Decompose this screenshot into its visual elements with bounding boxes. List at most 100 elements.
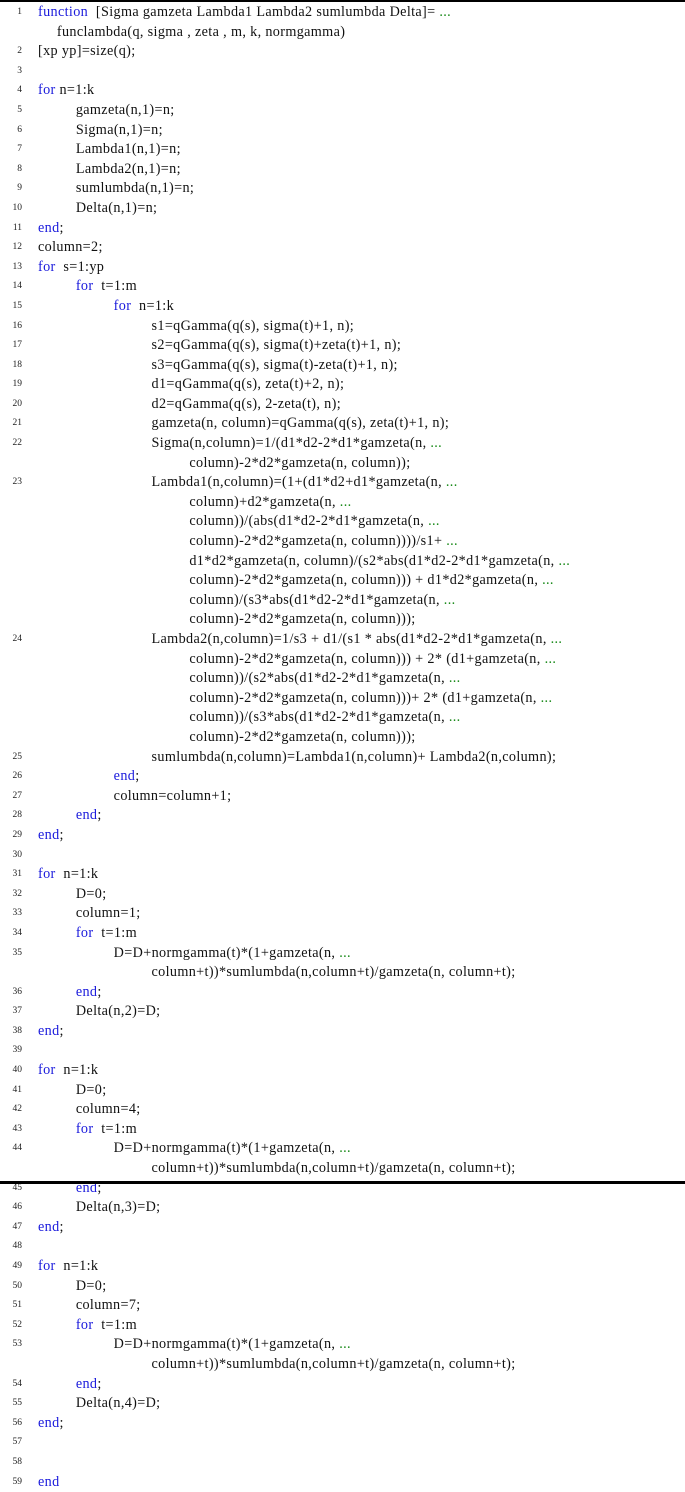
- code-token: column)-2*d2*gamzeta(n, column)));: [189, 728, 416, 745]
- code-text: Sigma(n,1)=n;: [76, 121, 163, 141]
- line-number: 15: [12, 300, 23, 311]
- code-token: t=1:m: [93, 278, 137, 295]
- code-token: gamzeta(n,1)=n;: [75, 101, 175, 118]
- code-token: ;: [135, 768, 140, 785]
- code-token: column)-2*d2*gamzeta(n, column))))/s1+: [189, 533, 447, 550]
- code-text: column+t))*sumlumbda(n,column+t)/gamzeta…: [152, 1355, 516, 1375]
- code-line: 42 column=4;: [0, 1100, 685, 1120]
- code-text: column)-2*d2*gamzeta(n, column))))/s1+ .…: [189, 532, 458, 552]
- code-token: column=4;: [75, 1101, 141, 1118]
- line-number: 21: [12, 418, 23, 429]
- code-line: 34 for t=1:m: [0, 924, 685, 944]
- code-line: 4 for n=1:k: [0, 81, 685, 101]
- code-token: column))/(s3*abs(d1*d2-2*d1*gamzeta(n,: [189, 709, 449, 726]
- code-token: ;: [59, 219, 64, 236]
- line-number: 51: [12, 1300, 23, 1311]
- code-token: column)/(s3*abs(d1*d2-2*d1*gamzeta(n,: [189, 591, 444, 608]
- continuation-token: ...: [558, 552, 571, 569]
- line-number: 1: [17, 7, 22, 17]
- code-text: funclambda(q, sigma , zeta , m, k, normg…: [57, 23, 345, 43]
- keyword-token: end: [38, 1414, 60, 1431]
- code-token: n=1:k: [131, 297, 175, 314]
- code-text: gamzeta(n,1)=n;: [76, 101, 175, 121]
- code-token: D=0;: [75, 1277, 107, 1294]
- code-token: column=7;: [75, 1297, 141, 1314]
- code-token: n=1:k: [55, 1062, 99, 1079]
- keyword-token: end: [75, 1375, 98, 1392]
- keyword-token: end: [75, 983, 98, 1000]
- code-line: 38 end;: [0, 1022, 685, 1042]
- code-line: 55 Delta(n,4)=D;: [0, 1394, 685, 1414]
- code-token: funclambda(q, sigma , zeta , m, k, normg…: [56, 23, 346, 40]
- line-number: 42: [12, 1104, 23, 1115]
- code-line: column)-2*d2*gamzeta(n, column));: [0, 454, 685, 474]
- line-number: 40: [12, 1065, 23, 1076]
- keyword-token: for: [75, 924, 94, 941]
- code-line: column)-2*d2*gamzeta(n, column))))/s1+ .…: [0, 532, 685, 552]
- continuation-token: ...: [542, 572, 554, 589]
- code-token: column=column+1;: [113, 787, 232, 804]
- code-line: column)-2*d2*gamzeta(n, column)));: [0, 610, 685, 630]
- top-rule: [0, 0, 685, 2]
- code-line: 10 Delta(n,1)=n;: [0, 199, 685, 219]
- code-line: 17 s2=qGamma(q(s), sigma(t)+zeta(t)+1, n)…: [0, 336, 685, 356]
- code-token: s1=qGamma(q(s), sigma(t)+1, n);: [151, 317, 355, 334]
- line-number: 30: [12, 849, 23, 860]
- line-number: 53: [12, 1339, 23, 1350]
- code-line: column+t))*sumlumbda(n,column+t)/gamzeta…: [0, 1355, 685, 1375]
- code-line: 43 for t=1:m: [0, 1120, 685, 1140]
- line-number: 37: [12, 1006, 23, 1017]
- code-text: Sigma(n,column)=1/(d1*d2-2*d1*gamzeta(n,…: [152, 434, 443, 454]
- code-line: 57: [0, 1433, 685, 1453]
- code-text: Lambda2(n,1)=n;: [76, 160, 181, 180]
- line-number: 24: [12, 634, 23, 644]
- line-number: 18: [12, 359, 23, 370]
- continuation-token: ...: [339, 1336, 351, 1353]
- line-number: 17: [12, 340, 23, 351]
- line-number: 19: [12, 379, 23, 390]
- line-number: 59: [12, 1476, 23, 1487]
- code-text: D=D+normgamma(t)*(1+gamzeta(n, ...: [114, 1335, 351, 1355]
- code-token: [Sigma gamzeta Lambda1 Lambda2 sumlumbda…: [88, 4, 440, 20]
- code-line: 19 d1=qGamma(q(s), zeta(t)+2, n);: [0, 375, 685, 395]
- code-line: 8 Lambda2(n,1)=n;: [0, 160, 685, 180]
- keyword-token: end: [75, 807, 98, 824]
- keyword-token: for: [75, 278, 94, 295]
- continuation-token: ...: [430, 435, 443, 452]
- code-text: end;: [76, 983, 102, 1003]
- code-token: n=1:k: [55, 866, 99, 883]
- code-line: 22 Sigma(n,column)=1/(d1*d2-2*d1*gamzeta(…: [0, 434, 685, 454]
- keyword-token: end: [113, 768, 136, 785]
- code-line: column)-2*d2*gamzeta(n, column)));: [0, 728, 685, 748]
- line-number: 56: [12, 1417, 23, 1428]
- code-text: column)-2*d2*gamzeta(n, column))) + d1*d…: [189, 571, 553, 591]
- code-text: column=7;: [76, 1296, 141, 1316]
- code-listing: 1 function [Sigma gamzeta Lambda1 Lambda2…: [0, 3, 685, 1492]
- line-number: 7: [17, 144, 22, 155]
- code-line: 30: [0, 846, 685, 866]
- line-number: 28: [12, 810, 23, 821]
- code-token: n=1:k: [55, 1258, 99, 1274]
- code-line: 41 D=0;: [0, 1081, 685, 1101]
- line-number: 41: [12, 1084, 23, 1095]
- line-number: 23: [12, 477, 23, 488]
- code-text: Delta(n,1)=n;: [76, 199, 158, 219]
- code-text: for n=1:k: [38, 865, 98, 885]
- code-text: function [Sigma gamzeta Lambda1 Lambda2 …: [38, 3, 451, 23]
- code-token: column+t))*sumlumbda(n,column+t)/gamzeta…: [151, 1355, 516, 1372]
- code-text: column)-2*d2*gamzeta(n, column)))+ 2* (d…: [189, 689, 552, 709]
- continuation-token: ...: [443, 591, 456, 608]
- code-text: for s=1:yp: [38, 258, 104, 278]
- code-line: 16 s1=qGamma(q(s), sigma(t)+1, n);: [0, 317, 685, 337]
- code-token: D=0;: [75, 885, 107, 902]
- code-line: column)/(s3*abs(d1*d2-2*d1*gamzeta(n, ..…: [0, 591, 685, 611]
- code-text: end;: [114, 767, 140, 787]
- code-line: 24 Lambda2(n,column)=1/s3 + d1/(s1 * abs(…: [0, 630, 685, 650]
- code-text: s3=qGamma(q(s), sigma(t)-zeta(t)+1, n);: [152, 356, 398, 376]
- code-line: column))/(abs(d1*d2-2*d1*gamzeta(n, ...: [0, 512, 685, 532]
- code-line: 49 for n=1:k: [0, 1257, 685, 1277]
- code-line: 9 sumlumbda(n,1)=n;: [0, 179, 685, 199]
- code-line: column+t))*sumlumbda(n,column+t)/gamzeta…: [0, 963, 685, 983]
- code-text: D=0;: [76, 1277, 107, 1297]
- code-text: Delta(n,2)=D;: [76, 1002, 161, 1022]
